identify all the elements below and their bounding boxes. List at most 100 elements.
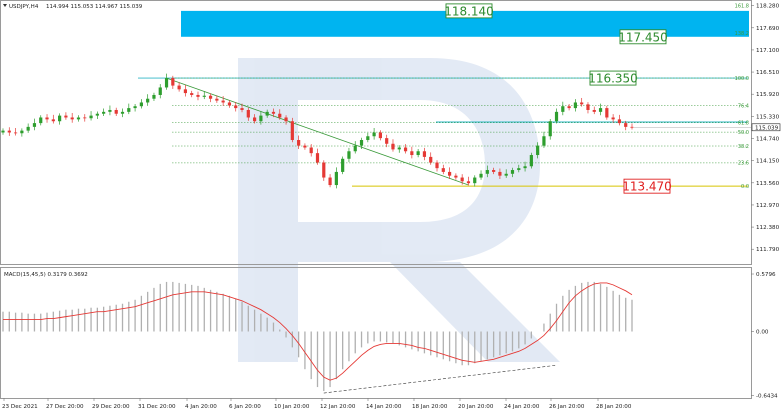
candle-body xyxy=(70,117,74,120)
price-tick-label: 112.380 xyxy=(756,225,780,231)
candle-body xyxy=(127,108,131,112)
candle-body xyxy=(391,143,395,150)
chart-symbol: USDJPY,H4 xyxy=(9,4,39,10)
candle-body xyxy=(271,111,276,114)
divergence-line xyxy=(323,364,557,394)
candle-body xyxy=(1,130,5,133)
fib-level-label: 61.8 xyxy=(738,121,749,127)
candle-body xyxy=(498,171,502,176)
candle-body xyxy=(630,126,634,128)
time-tick-label: 28 Jan 20:00 xyxy=(596,404,632,410)
candle-body xyxy=(83,117,87,119)
candle-body xyxy=(586,104,590,110)
candle-body xyxy=(542,136,546,146)
time-axis: 23 Dec 2021 27 Dec 20:00 29 Dec 20:00 31 De… xyxy=(2,398,632,410)
candle-body xyxy=(441,168,445,172)
candle-body xyxy=(485,170,489,174)
candle-body xyxy=(598,108,603,112)
candle-body xyxy=(447,171,452,176)
fib-level-label: 138.2 xyxy=(735,31,749,37)
candle-body xyxy=(32,123,37,127)
candle-body xyxy=(202,95,206,97)
macd-indicator: 0.5796 0.00 -0.6434 xyxy=(2,272,778,399)
time-tick-label: 31 Dec 20:00 xyxy=(138,404,176,410)
candle-body xyxy=(58,115,62,122)
price-tick-label: 115.920 xyxy=(756,92,780,98)
price-tick-label: 115.330 xyxy=(756,114,780,120)
price-tick-label: 114.150 xyxy=(756,159,780,165)
candle-body xyxy=(120,111,125,114)
price-tick-label: 116.510 xyxy=(756,70,780,76)
candle-body xyxy=(297,140,301,146)
price-label: 113.470 xyxy=(622,180,672,194)
usdjpy-chart: 0.5796 0.00 -0.6434 118.280 117.690 117.100 1… xyxy=(0,0,781,410)
candle-body xyxy=(454,175,458,178)
candle-body xyxy=(611,117,615,120)
candle-body xyxy=(573,102,577,109)
time-tick-label: 10 Jan 20:00 xyxy=(274,404,310,410)
fib-level-label: 23.6 xyxy=(738,161,749,167)
candle-body xyxy=(177,85,181,90)
candle-body xyxy=(39,117,43,124)
candle-body xyxy=(359,140,364,146)
candle-body xyxy=(102,111,106,114)
candle-body xyxy=(309,147,313,154)
candle-body xyxy=(290,121,294,141)
candle-body xyxy=(133,106,137,109)
candle-body xyxy=(504,173,508,176)
candle-body xyxy=(347,151,351,159)
time-tick-label: 20 Jan 20:00 xyxy=(458,404,494,410)
candle-body xyxy=(554,111,559,122)
candle-body xyxy=(76,117,81,120)
candle-body xyxy=(366,136,370,141)
candle-body xyxy=(473,177,477,184)
price-tick-label: 118.280 xyxy=(756,4,780,10)
candle-body xyxy=(378,132,382,139)
candle-body xyxy=(429,156,433,163)
time-tick-label: 4 Jan 20:00 xyxy=(185,404,217,410)
fib-level-label: 38.2 xyxy=(738,144,749,150)
candle-body xyxy=(567,106,571,109)
price-tick-label: 111.790 xyxy=(756,247,780,253)
macd-label: MACD(15,45,5) 0.3179 0.3692 xyxy=(4,272,88,278)
candle-body xyxy=(221,100,225,103)
candle-body xyxy=(403,147,408,152)
candle-body xyxy=(592,109,596,112)
candle-body xyxy=(196,94,200,97)
ohlc-values: 114.994 115.053 114.967 115.039 xyxy=(46,4,143,10)
time-tick-label: 24 Jan 20:00 xyxy=(504,404,540,410)
candle-body xyxy=(190,93,194,95)
fib-level-label: 0.0 xyxy=(741,184,749,190)
fib-level-label: 76.4 xyxy=(738,103,749,109)
time-tick-label: 12 Jan 20:00 xyxy=(320,404,356,410)
candle-body xyxy=(523,166,527,169)
candle-body xyxy=(234,105,238,109)
candle-body xyxy=(479,173,483,178)
candle-body xyxy=(7,130,11,133)
fib-level-label: 50.0 xyxy=(738,130,749,136)
fib-level-label: 161.8 xyxy=(735,3,749,9)
time-tick-label: 18 Jan 20:00 xyxy=(412,404,448,410)
candle-body xyxy=(152,94,156,99)
candle-body xyxy=(26,126,30,131)
price-label: 118.140 xyxy=(444,4,494,18)
candle-body xyxy=(416,151,420,156)
macd-tick-label: -0.6434 xyxy=(756,393,778,399)
candle-body xyxy=(460,177,464,182)
candle-body xyxy=(334,171,338,186)
candle-body xyxy=(510,170,515,174)
candle-body xyxy=(422,151,427,157)
candle-body xyxy=(45,117,49,120)
dropdown-triangle-icon[interactable] xyxy=(3,4,7,7)
candle-body xyxy=(64,115,68,118)
price-label: 117.450 xyxy=(618,30,668,44)
macd-tick-label: 0.5796 xyxy=(756,272,776,278)
candle-body xyxy=(617,119,622,124)
candle-body xyxy=(466,181,471,184)
price-tick-label: 117.690 xyxy=(756,26,780,32)
candle-body xyxy=(372,132,376,137)
fib-level-label: 100.0 xyxy=(735,76,749,82)
candle-body xyxy=(328,177,332,186)
candle-body xyxy=(397,147,401,150)
candle-body xyxy=(108,109,112,112)
